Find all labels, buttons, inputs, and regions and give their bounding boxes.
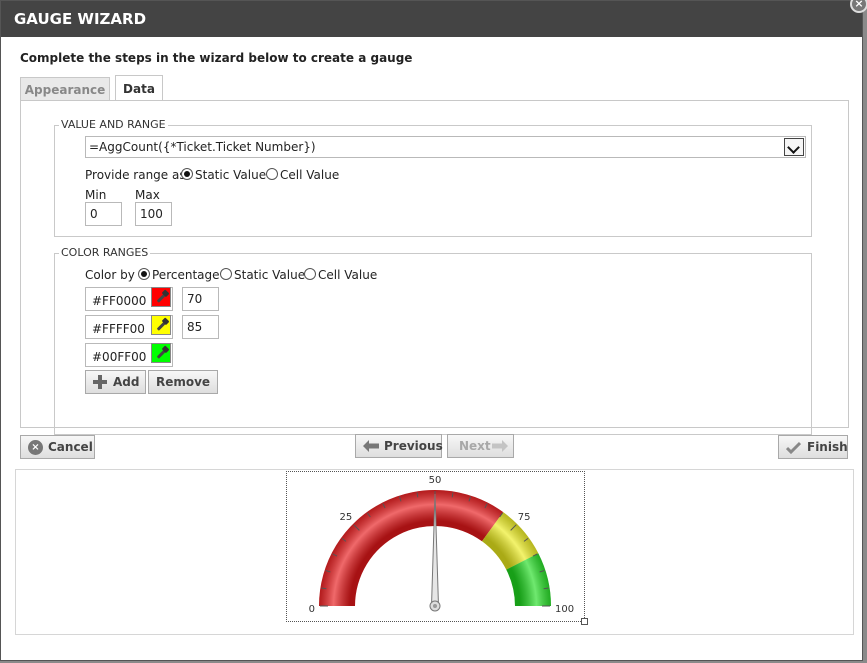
chevron-down-icon[interactable] xyxy=(784,138,804,156)
next-button[interactable]: Next xyxy=(447,434,514,458)
gauge-needle-hub-center xyxy=(433,604,437,608)
range-label: Provide range as xyxy=(85,168,186,182)
gauge-tick-label: 0 xyxy=(309,604,315,615)
range-cell-label: Cell Value xyxy=(280,168,340,182)
range-static-label: Static Value xyxy=(195,168,267,182)
range-value-input-1[interactable]: 70 xyxy=(182,287,219,311)
plus-icon xyxy=(93,375,107,389)
color-value-1: #FF0000 xyxy=(92,294,147,308)
color-input-1[interactable]: #FF0000 xyxy=(85,287,173,311)
color-by-percentage-radio[interactable] xyxy=(138,268,150,280)
color-by-static-radio[interactable] xyxy=(220,268,232,280)
gauge-tick-label: 50 xyxy=(429,475,442,486)
color-picker-3[interactable] xyxy=(151,343,171,363)
previous-button[interactable]: Previous xyxy=(355,434,443,458)
cancel-circle-icon: × xyxy=(28,440,43,455)
color-by-cell-radio[interactable] xyxy=(304,268,316,280)
gauge-wizard-dialog: GAUGE WIZARD × Complete the steps in the… xyxy=(0,0,867,661)
finish-label: Finish xyxy=(807,440,848,454)
wizard-subtitle: Complete the steps in the wizard below t… xyxy=(20,51,413,65)
dialog-content: Complete the steps in the wizard below t… xyxy=(1,37,862,660)
gauge-frame[interactable]: 0 25 50 75 100 xyxy=(286,471,588,625)
range-static-radio[interactable] xyxy=(181,168,193,180)
expression-value: =AggCount({*Ticket.Ticket Number}) xyxy=(89,140,316,154)
gauge-tick-label: 25 xyxy=(340,512,353,523)
arrow-right-icon xyxy=(492,440,508,452)
checkmark-icon xyxy=(786,441,801,454)
eyedropper-icon xyxy=(156,320,168,331)
color-picker-2[interactable] xyxy=(151,315,171,335)
color-by-label: Color by xyxy=(85,268,135,282)
arrow-left-icon xyxy=(363,440,379,452)
value-and-range-legend: VALUE AND RANGE xyxy=(59,118,168,131)
range-cell-radio[interactable] xyxy=(266,168,278,180)
max-input[interactable]: 100 xyxy=(135,202,172,226)
previous-label: Previous xyxy=(384,439,443,453)
gauge-preview-area: 0 25 50 75 100 xyxy=(15,469,854,635)
expression-select[interactable]: =AggCount({*Ticket.Ticket Number}) xyxy=(85,136,806,158)
color-by-percentage-label: Percentage xyxy=(152,268,220,282)
gauge-chart: 0 25 50 75 100 xyxy=(309,475,574,615)
color-by-static-label: Static Value xyxy=(234,268,306,282)
eyedropper-icon xyxy=(156,292,168,303)
color-input-2[interactable]: #FFFF00 xyxy=(85,315,173,339)
next-label: Next xyxy=(459,439,491,453)
cancel-button[interactable]: × Cancel xyxy=(20,435,95,459)
tab-data[interactable]: Data xyxy=(115,75,163,102)
gauge-band-shade-1 xyxy=(319,490,504,606)
color-ranges-legend: COLOR RANGES xyxy=(59,246,151,259)
close-button[interactable]: × xyxy=(850,0,867,13)
color-value-3: #00FF00 xyxy=(92,350,147,364)
add-label: Add xyxy=(113,375,140,389)
color-value-2: #FFFF00 xyxy=(92,322,145,336)
resize-handle[interactable] xyxy=(581,618,588,625)
dialog-title: GAUGE WIZARD xyxy=(1,1,862,37)
color-input-3[interactable]: #00FF00 xyxy=(85,343,173,367)
remove-range-button[interactable]: Remove xyxy=(148,370,218,394)
min-label: Min xyxy=(85,188,107,202)
gauge-tick-label: 75 xyxy=(518,512,531,523)
finish-button[interactable]: Finish xyxy=(778,435,848,459)
gauge-tick-label: 100 xyxy=(555,604,574,615)
max-label: Max xyxy=(135,188,160,202)
tab-appearance[interactable]: Appearance xyxy=(20,77,110,101)
color-picker-1[interactable] xyxy=(151,287,171,307)
eyedropper-icon xyxy=(156,348,168,359)
min-input[interactable]: 0 xyxy=(85,202,122,226)
add-range-button[interactable]: Add xyxy=(85,370,146,394)
color-by-cell-label: Cell Value xyxy=(318,268,378,282)
range-value-input-2[interactable]: 85 xyxy=(182,315,219,339)
cancel-label: Cancel xyxy=(48,440,93,454)
